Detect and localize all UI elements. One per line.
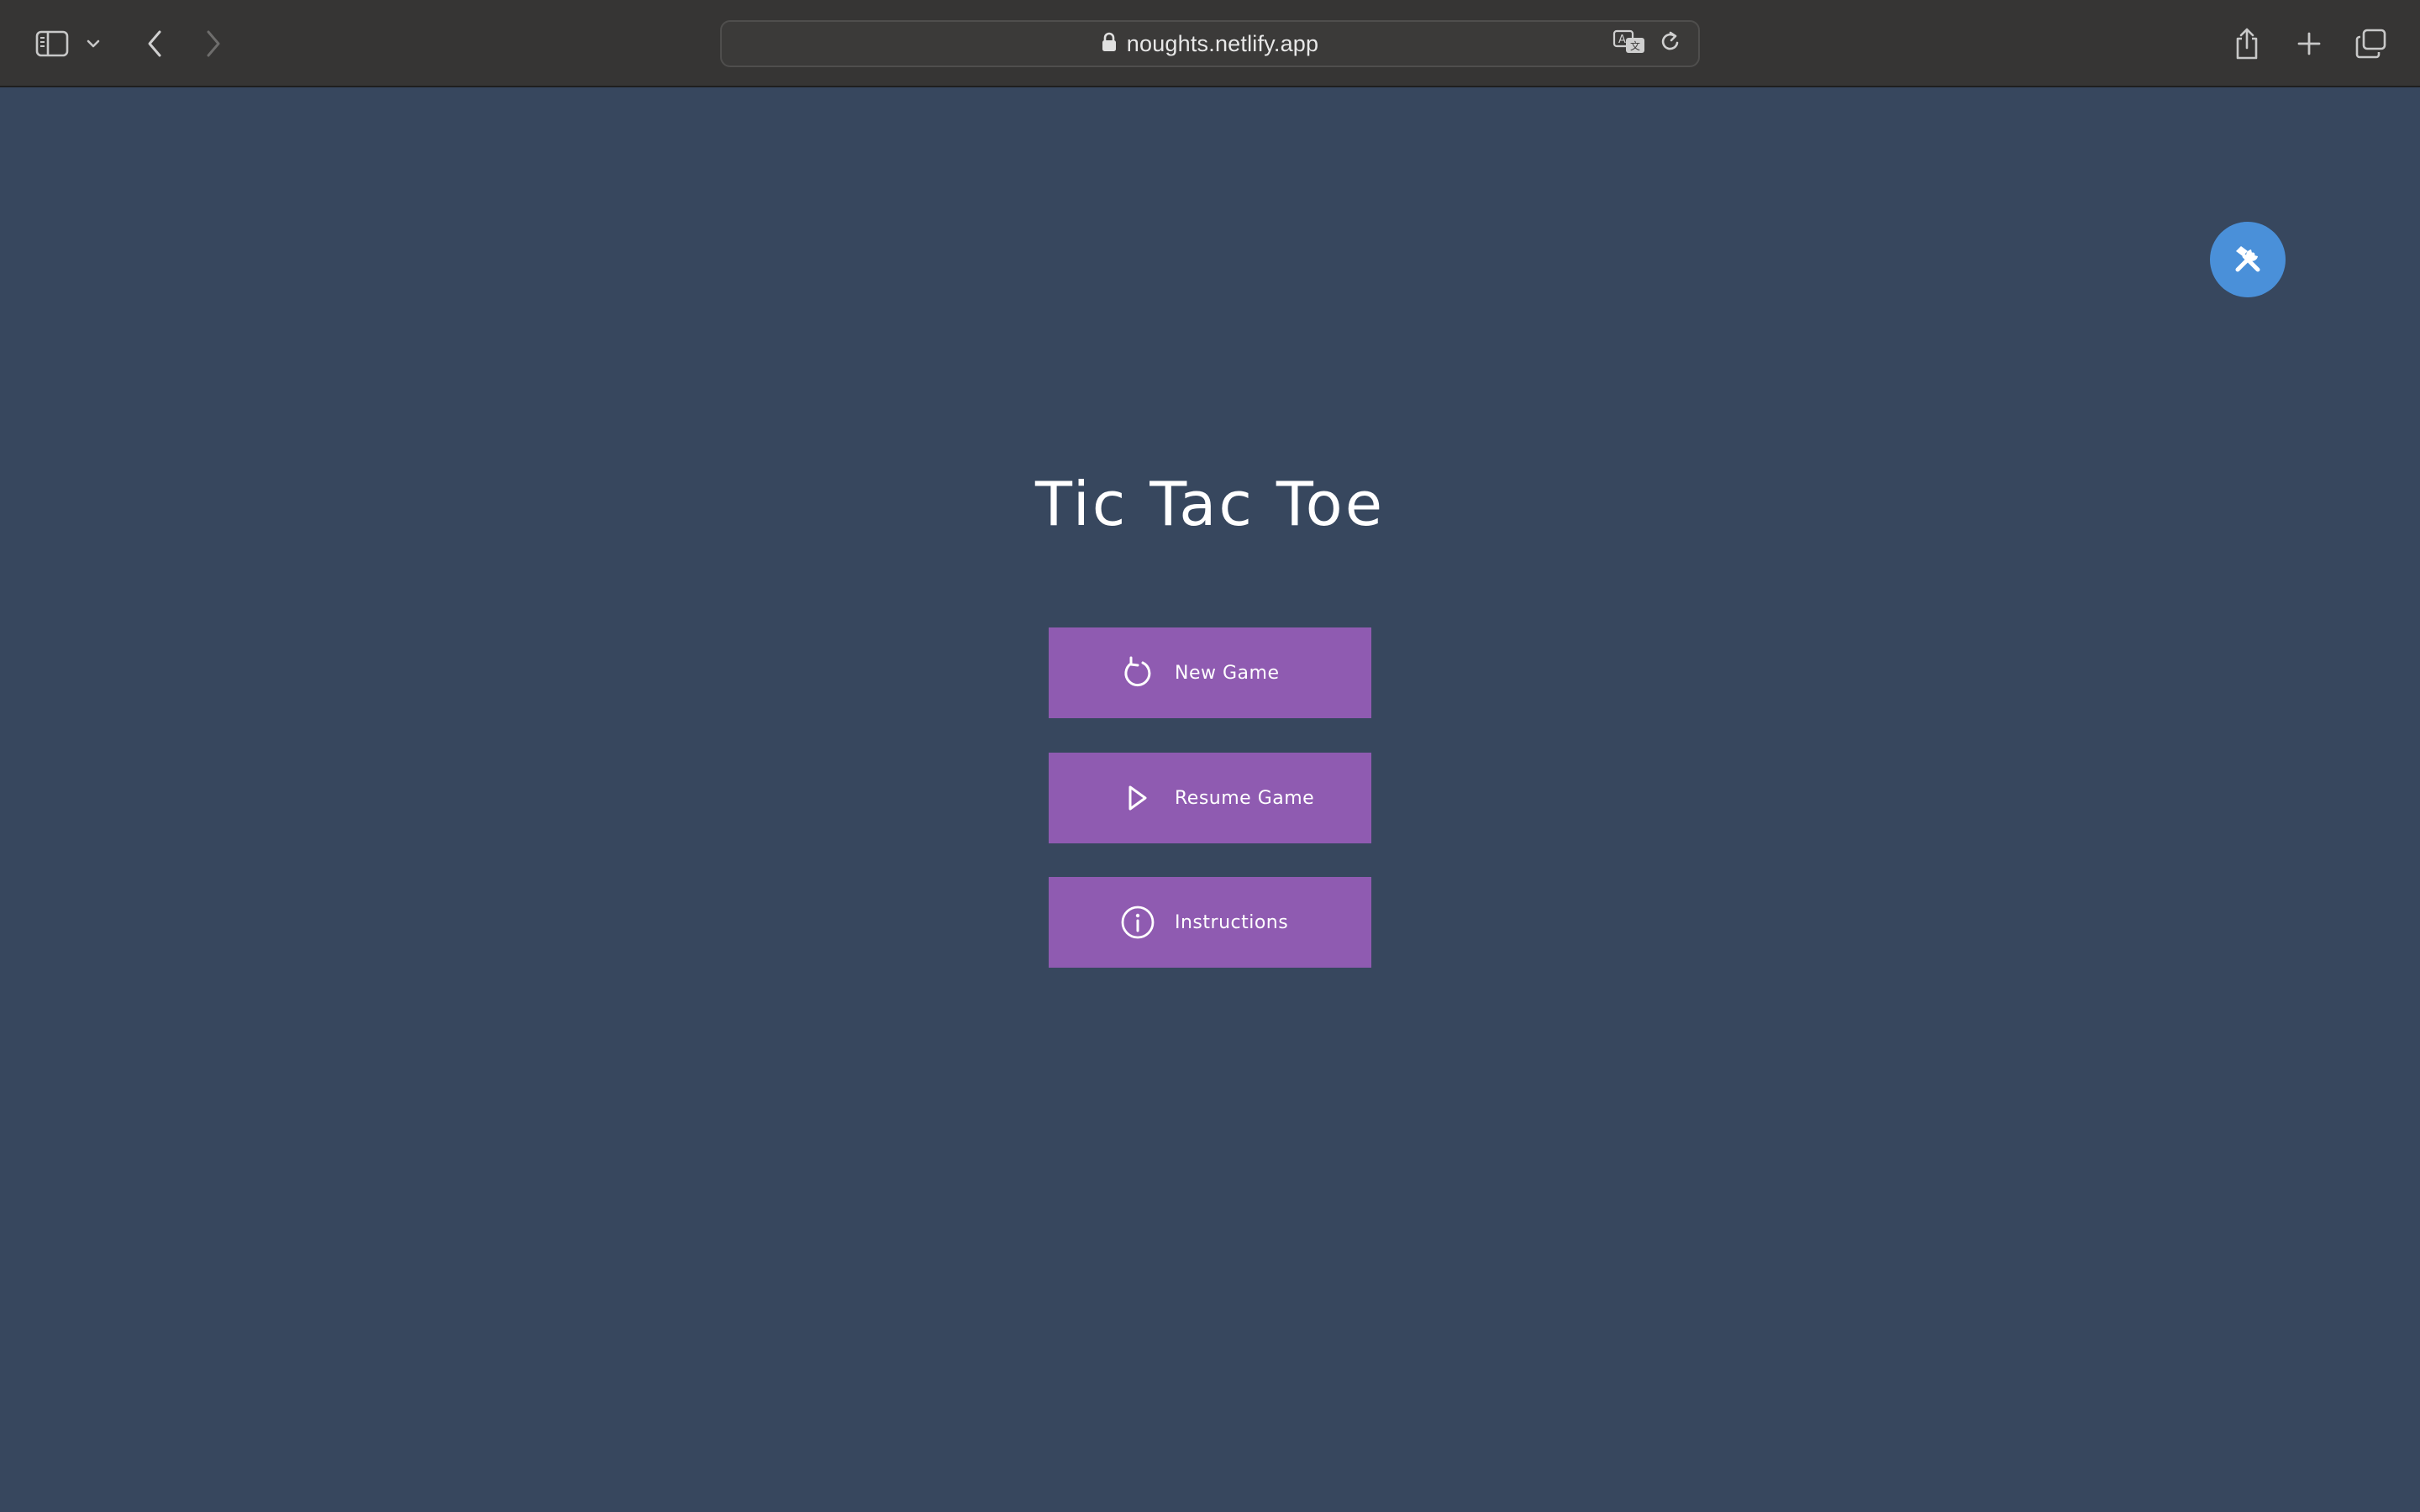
address-bar[interactable]: noughts.netlify.app A 文 — [720, 20, 1700, 67]
tools-icon — [2235, 246, 2260, 272]
resume-game-button[interactable]: Resume Game — [1049, 753, 1371, 843]
resume-game-label: Resume Game — [1175, 787, 1315, 809]
forward-button[interactable] — [192, 22, 235, 66]
restart-icon — [1119, 654, 1156, 691]
play-icon — [1119, 780, 1156, 816]
instructions-button[interactable]: Instructions — [1049, 877, 1371, 968]
plus-icon[interactable] — [2287, 22, 2331, 66]
chevron-right-icon — [207, 30, 220, 57]
chevron-down-icon[interactable] — [79, 22, 108, 66]
page-title: Tic Tac Toe — [1035, 469, 1385, 539]
new-game-label: New Game — [1175, 662, 1280, 684]
sidebar-icon[interactable] — [30, 22, 74, 66]
url-text: noughts.netlify.app — [1126, 30, 1319, 56]
share-icon[interactable] — [2225, 22, 2269, 66]
reload-icon[interactable] — [1660, 30, 1681, 58]
svg-text:A: A — [1618, 34, 1626, 46]
svg-text:文: 文 — [1630, 39, 1640, 52]
instructions-label: Instructions — [1175, 911, 1289, 933]
lock-icon — [1102, 32, 1117, 56]
translate-icon[interactable]: A 文 — [1612, 29, 1646, 59]
tools-button[interactable] — [2210, 222, 2286, 297]
tabs-overview-icon[interactable] — [2349, 22, 2393, 66]
new-game-button[interactable]: New Game — [1049, 627, 1371, 718]
browser-toolbar: noughts.netlify.app A 文 — [0, 0, 2420, 87]
back-button[interactable] — [133, 22, 176, 66]
chevron-left-icon — [148, 30, 161, 57]
info-icon — [1119, 904, 1156, 941]
